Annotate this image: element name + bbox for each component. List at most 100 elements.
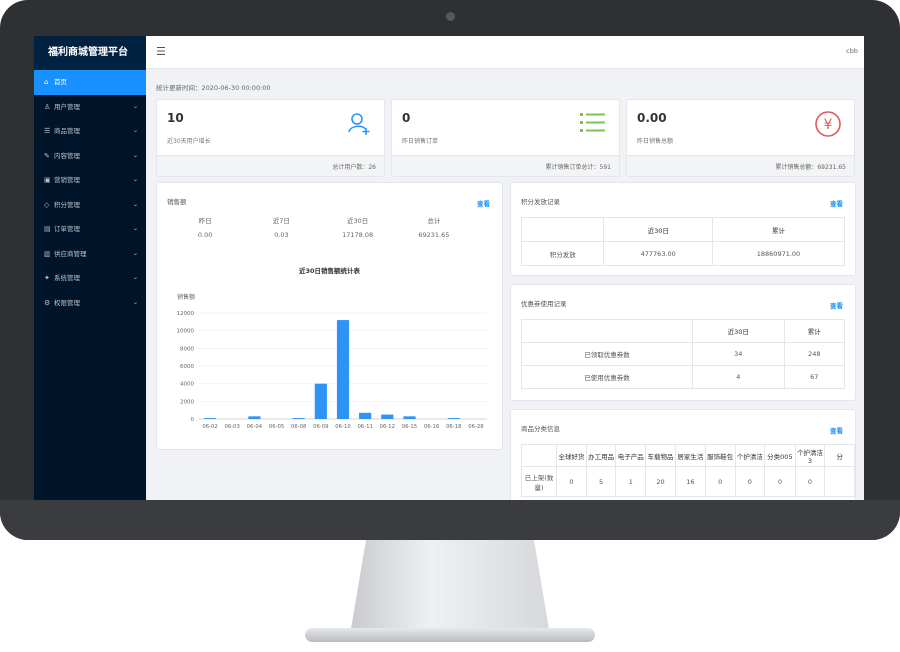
categories-card: 商品分类信息 查看 全球好货 办工用品 电子产品 车载物品 居家生活 服饰鞋包 个护清洁 分类… — [510, 409, 856, 500]
stat-total: 总计用户数：26 — [332, 164, 376, 171]
monitor-stand — [350, 540, 550, 635]
sidebar-item-3[interactable]: ✎ 内容管理 ⌄ — [34, 144, 146, 169]
sales-value: 69231.65 — [418, 231, 450, 239]
table-cell: 20 — [645, 466, 676, 497]
monitor-base — [305, 628, 595, 642]
chevron-down-icon: ⌄ — [132, 200, 138, 208]
table-cell — [824, 466, 855, 497]
y-tick-label: 10000 — [177, 329, 195, 335]
stat-card-users: 10 近30天用户增长 总计用户数：26 — [156, 99, 385, 177]
categories-view-link[interactable]: 查看 — [830, 425, 843, 435]
chart-bar — [203, 418, 217, 419]
coupons-view-link[interactable]: 查看 — [830, 300, 843, 310]
sidebar-item-label: 供应商管理 — [54, 249, 87, 258]
top-bar: ☰ cbb — [146, 36, 864, 69]
main-content: 统计更新时间：2020-06-30 00:00:00 10 近30天用户增长 总… — [146, 69, 864, 500]
table-cell: 5 — [585, 466, 617, 497]
table-cell: 248 — [783, 342, 846, 366]
chevron-down-icon: ⌄ — [132, 176, 138, 183]
chevron-down-icon: ⌄ — [132, 102, 138, 110]
chevron-down-icon: ⌄ — [132, 249, 138, 257]
stat-footer: 累计销售总额：69231.65 — [627, 155, 854, 176]
stat-total: 累计销售订单总计：591 — [545, 164, 611, 171]
sidebar-item-4[interactable]: ▣ 营销管理 ⌄ — [34, 168, 146, 193]
table-row: 已使用优惠券数 4 67 — [521, 365, 846, 389]
sidebar-item-7[interactable]: ▥ 供应商管理 ⌄ — [34, 242, 146, 267]
x-tick-label: 06-02 — [202, 424, 217, 430]
x-tick-label: 06-05 — [269, 424, 284, 430]
edit-icon: ✎ — [44, 151, 50, 160]
supplier-icon: ▥ — [44, 249, 51, 258]
y-tick-label: 0 — [191, 417, 195, 423]
chevron-down-icon: ⌄ — [132, 274, 138, 281]
sidebar-item-9[interactable]: ⚙ 权限管理 ⌄ — [34, 291, 146, 316]
chart-bar — [314, 383, 327, 419]
table-header: 办工用品 — [585, 444, 617, 467]
sidebar-item-5[interactable]: ◇ 积分管理 ⌄ — [34, 193, 146, 218]
menu-fold-icon[interactable]: ☰ — [156, 45, 166, 58]
update-time: 统计更新时间：2020-06-30 00:00:00 — [156, 84, 271, 92]
gift-icon: ▣ — [44, 176, 51, 184]
table-header: 车载物品 — [645, 444, 676, 467]
y-tick-label: 6000 — [180, 364, 194, 370]
x-tick-label: 06-28 — [468, 424, 484, 430]
sales-values: 0.00 0.03 17178.08 69231.65 — [167, 231, 472, 239]
yen-icon: ¥ — [815, 111, 841, 137]
sidebar-item-2[interactable]: ☰ 商品管理 ⌄ — [34, 119, 146, 144]
x-tick-label: 06-12 — [380, 424, 395, 430]
chart-bar — [336, 320, 350, 419]
table-cell: 0 — [734, 466, 766, 497]
sidebar-menu: ⌂ 首页 ♙ 用户管理 ⌄ ☰ 商品管理 ⌄ ✎ 内容管理 ⌄ ▣ 营销管理 ⌄ ◇ 积分管理 ⌄ ▤ 订单管理 ⌄ ▥… — [34, 70, 146, 315]
table-header: 近30日 — [603, 217, 713, 242]
sidebar-item-1[interactable]: ♙ 用户管理 ⌄ — [34, 95, 146, 120]
stat-value: 0.00 — [637, 111, 667, 125]
table-cell: 34 — [692, 342, 785, 366]
user-add-icon — [348, 113, 370, 135]
chevron-down-icon: ⌄ — [132, 151, 138, 159]
sidebar-item-label: 首页 — [54, 78, 67, 86]
coupons-table: 近30日 累计 已领取优惠券数 34 248 已使用优惠券数 4 67 — [521, 319, 846, 389]
gear-icon: ⚙ — [44, 298, 51, 307]
table-header: 个护清洁3 — [794, 444, 826, 467]
chart-bar — [403, 416, 416, 419]
stat-value: 0 — [402, 111, 411, 125]
tag-icon: ◇ — [44, 200, 50, 209]
monitor-chin — [0, 500, 900, 540]
home-icon: ⌂ — [44, 78, 49, 86]
table-row: 已领取优惠券数 34 248 — [521, 342, 846, 366]
stat-value: 10 — [167, 111, 184, 125]
sidebar-item-label: 系统管理 — [54, 274, 80, 282]
sidebar-item-0[interactable]: ⌂ 首页 — [34, 70, 146, 95]
chevron-down-icon: ⌄ — [132, 127, 138, 134]
table-cell: 477763.00 — [603, 241, 713, 266]
table-header: 分 — [824, 444, 855, 467]
points-card: 积分发放记录 查看 近30日 累计 积分发放 477763.00 1886097… — [510, 182, 856, 276]
y-tick-label: 2000 — [180, 399, 194, 405]
sales-bar-chart: 销售额 12000 10000 8000 6000 4000 2000 0 06-02 06-03… — [177, 293, 487, 430]
table-header — [521, 319, 693, 343]
points-view-link[interactable]: 查看 — [830, 198, 843, 208]
user-name[interactable]: cbb — [846, 47, 858, 55]
x-tick-label: 06-10 — [335, 424, 351, 430]
x-tick-label: 06-11 — [357, 424, 372, 430]
sidebar-item-8[interactable]: ✦ 系统管理 ⌄ — [34, 266, 146, 291]
x-tick-label: 06-18 — [446, 424, 462, 430]
y-tick-label: 12000 — [177, 311, 195, 317]
table-cell: 0 — [704, 466, 736, 497]
points-title: 积分发放记录 — [521, 198, 560, 206]
chart-bar — [248, 416, 261, 419]
sales-view-link[interactable]: 查看 — [477, 198, 490, 208]
sidebar-item-6[interactable]: ▤ 订单管理 ⌄ — [34, 217, 146, 242]
table-cell: 已上架(数量) — [520, 466, 558, 497]
y-tick-label: 4000 — [180, 382, 194, 388]
table-cell: 4 — [692, 365, 785, 389]
list-icon — [580, 113, 605, 132]
x-tick-label: 06-08 — [291, 424, 307, 430]
table-row: 已上架(数量) 0 5 1 20 16 0 0 0 0 — [520, 466, 855, 497]
table-cell: 16 — [674, 466, 706, 497]
table-header: 累计 — [711, 217, 846, 242]
chart-bar — [381, 414, 394, 419]
table-header: 居家生活 — [674, 444, 706, 467]
coupons-title: 优惠券使用记录 — [521, 300, 567, 308]
table-header — [520, 444, 558, 467]
